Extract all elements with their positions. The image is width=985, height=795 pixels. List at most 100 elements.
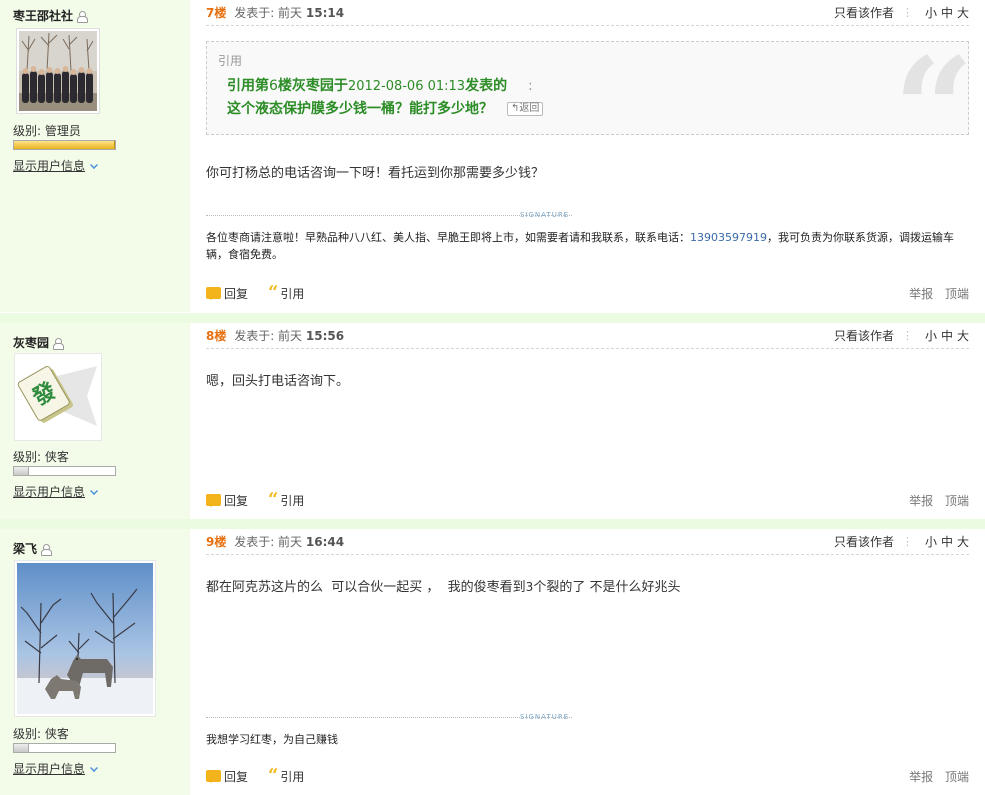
author-name[interactable]: 灰枣园 bbox=[13, 334, 65, 351]
posted-label: 发表于: 前天 bbox=[234, 6, 303, 20]
quote-text: 这个液态保护膜多少钱一桶？能打多少地？ ↰返回 bbox=[227, 98, 544, 118]
post-separator bbox=[0, 313, 985, 323]
level-progress-fill bbox=[14, 141, 115, 149]
post-header: 9楼 发表于: 前天 16:44 只看该作者 ⋮ 小 中 大 bbox=[206, 529, 969, 555]
user-status-icon bbox=[53, 338, 65, 350]
quote-button[interactable]: “引用 bbox=[268, 489, 304, 510]
post-actions: 回复 “引用 举报 顶端 bbox=[206, 283, 969, 303]
post-message: 你可打杨总的电话咨询一下呀！看托运到你那需要多少钱？ bbox=[206, 166, 545, 181]
post-header: 8楼 发表于: 前天 15:56 只看该作者 ⋮ 小 中 大 bbox=[206, 323, 969, 349]
font-size-large[interactable]: 大 bbox=[957, 327, 969, 344]
top-link[interactable]: 顶端 bbox=[945, 494, 969, 508]
avatar[interactable] bbox=[16, 28, 100, 114]
reply-button[interactable]: 回复 bbox=[206, 492, 248, 509]
post-time: 15:14 bbox=[305, 6, 345, 20]
post-actions: 回复 “引用 举报 顶端 bbox=[206, 490, 969, 510]
quote-icon: “ bbox=[268, 489, 279, 510]
floor-number: 8楼 bbox=[206, 329, 227, 343]
report-link[interactable]: 举报 bbox=[909, 770, 933, 784]
post-separator bbox=[0, 519, 985, 529]
post-message: 都在阿克苏这片的么 可以合伙一起买 ， 我的俊枣看到3个裂的了 不是什么好兆头 bbox=[206, 580, 681, 595]
top-link[interactable]: 顶端 bbox=[945, 287, 969, 301]
quote-return-button[interactable]: ↰返回 bbox=[507, 102, 544, 116]
reply-icon bbox=[206, 770, 221, 783]
signature-label: SIGNATURE bbox=[520, 211, 570, 219]
level-progress-bar bbox=[13, 140, 116, 150]
quote-tag: 引用 bbox=[218, 54, 243, 68]
show-user-info-link[interactable]: 显示用户信息 bbox=[13, 760, 98, 777]
floor-number: 9楼 bbox=[206, 535, 227, 549]
avatar-wolves-snow bbox=[17, 563, 153, 714]
quote-source-line: 引用第6楼灰枣园于2012-08-06 01:13发表的 : bbox=[227, 78, 533, 94]
report-link[interactable]: 举报 bbox=[909, 287, 933, 301]
post-floor-8: 灰枣园 發 级别: 侠客 显示用户信息 8楼 发表于: 前天 15:56 只看该… bbox=[0, 323, 985, 519]
divider: ⋮ bbox=[901, 329, 913, 342]
level-progress-bar bbox=[13, 466, 116, 476]
divider: ⋮ bbox=[901, 6, 913, 19]
signature-divider bbox=[206, 215, 572, 216]
divider: ⋮ bbox=[901, 535, 913, 548]
post-content: 7楼 发表于: 前天 15:14 只看该作者 ⋮ 小 中 大 “ 引用 引用第6… bbox=[190, 0, 985, 312]
reply-button[interactable]: 回复 bbox=[206, 768, 248, 785]
post-author-sidebar: 枣王邵社社 级别: 管理员 显示用户信息 bbox=[0, 0, 190, 312]
posted-label: 发表于: 前天 bbox=[234, 329, 303, 343]
font-size-medium[interactable]: 中 bbox=[941, 533, 953, 550]
quoted-post: “ 引用 引用第6楼灰枣园于2012-08-06 01:13发表的 : 这个液态… bbox=[206, 40, 974, 180]
only-author-link[interactable]: 只看该作者 bbox=[834, 327, 894, 344]
quote-mark-icon: “ bbox=[893, 28, 973, 192]
level-progress-fill bbox=[14, 467, 30, 475]
user-status-icon bbox=[41, 544, 53, 556]
font-size-large[interactable]: 大 bbox=[957, 4, 969, 21]
show-user-info-link[interactable]: 显示用户信息 bbox=[13, 483, 98, 500]
avatar[interactable]: 發 bbox=[14, 353, 102, 441]
author-name[interactable]: 枣王邵社社 bbox=[13, 7, 89, 24]
quote-button[interactable]: “引用 bbox=[268, 765, 304, 786]
quote-icon: “ bbox=[268, 282, 279, 303]
font-size-small[interactable]: 小 bbox=[925, 533, 937, 550]
post-header: 7楼 发表于: 前天 15:14 只看该作者 ⋮ 小 中 大 bbox=[206, 0, 969, 26]
post-content: 8楼 发表于: 前天 15:56 只看该作者 ⋮ 小 中 大 嗯，回头打电话咨询… bbox=[190, 323, 985, 519]
author-name[interactable]: 梁飞 bbox=[13, 540, 53, 557]
font-size-large[interactable]: 大 bbox=[957, 533, 969, 550]
signature-divider bbox=[206, 717, 572, 718]
quote-icon: “ bbox=[268, 765, 279, 786]
only-author-link[interactable]: 只看该作者 bbox=[834, 4, 894, 21]
avatar[interactable] bbox=[14, 560, 156, 717]
signature-label: SIGNATURE bbox=[520, 713, 570, 721]
user-signature: 我想学习红枣，为自己赚钱 bbox=[206, 733, 338, 746]
post-message: 嗯，回头打电话咨询下。 bbox=[206, 374, 350, 389]
user-level: 级别: 侠客 bbox=[13, 727, 69, 741]
floor-number: 7楼 bbox=[206, 6, 227, 20]
only-author-link[interactable]: 只看该作者 bbox=[834, 533, 894, 550]
reply-icon bbox=[206, 287, 221, 300]
font-size-small[interactable]: 小 bbox=[925, 4, 937, 21]
font-size-small[interactable]: 小 bbox=[925, 327, 937, 344]
post-author-sidebar: 灰枣园 發 级别: 侠客 显示用户信息 bbox=[0, 323, 190, 519]
level-progress-fill bbox=[14, 744, 30, 752]
post-author-sidebar: 梁飞 级别: 侠客 显示用户信息 bbox=[0, 529, 190, 795]
reply-icon bbox=[206, 494, 221, 507]
show-user-info-link[interactable]: 显示用户信息 bbox=[13, 157, 98, 174]
chevron-down-icon bbox=[90, 487, 98, 495]
posted-label: 发表于: 前天 bbox=[234, 535, 303, 549]
user-status-icon bbox=[77, 11, 89, 23]
post-floor-9: 梁飞 级别: 侠客 显示用户信息 9楼 发表于: 前天 16:44 只看该作者 … bbox=[0, 529, 985, 795]
quote-button[interactable]: “引用 bbox=[268, 282, 304, 303]
post-floor-7: 枣王邵社社 级别: 管理员 显示用户信息 7楼 发表于: 前天 15:14 只看… bbox=[0, 0, 985, 312]
avatar-mahjong-tile: 發 bbox=[17, 356, 99, 438]
level-progress-bar bbox=[13, 743, 116, 753]
chevron-down-icon bbox=[90, 764, 98, 772]
chevron-down-icon bbox=[90, 161, 98, 169]
post-actions: 回复 “引用 举报 顶端 bbox=[206, 766, 969, 786]
report-link[interactable]: 举报 bbox=[909, 494, 933, 508]
user-level: 级别: 侠客 bbox=[13, 450, 69, 464]
font-size-medium[interactable]: 中 bbox=[941, 4, 953, 21]
post-time: 15:56 bbox=[305, 329, 345, 343]
post-content: 9楼 发表于: 前天 16:44 只看该作者 ⋮ 小 中 大 都在阿克苏这片的么… bbox=[190, 529, 985, 795]
post-time: 16:44 bbox=[305, 535, 345, 549]
reply-button[interactable]: 回复 bbox=[206, 285, 248, 302]
font-size-medium[interactable]: 中 bbox=[941, 327, 953, 344]
top-link[interactable]: 顶端 bbox=[945, 770, 969, 784]
user-level: 级别: 管理员 bbox=[13, 124, 81, 138]
user-signature: 各位枣商请注意啦！早熟品种八八红、美人指、早脆王即将上市，如需要者请和我联系，联… bbox=[206, 231, 954, 261]
